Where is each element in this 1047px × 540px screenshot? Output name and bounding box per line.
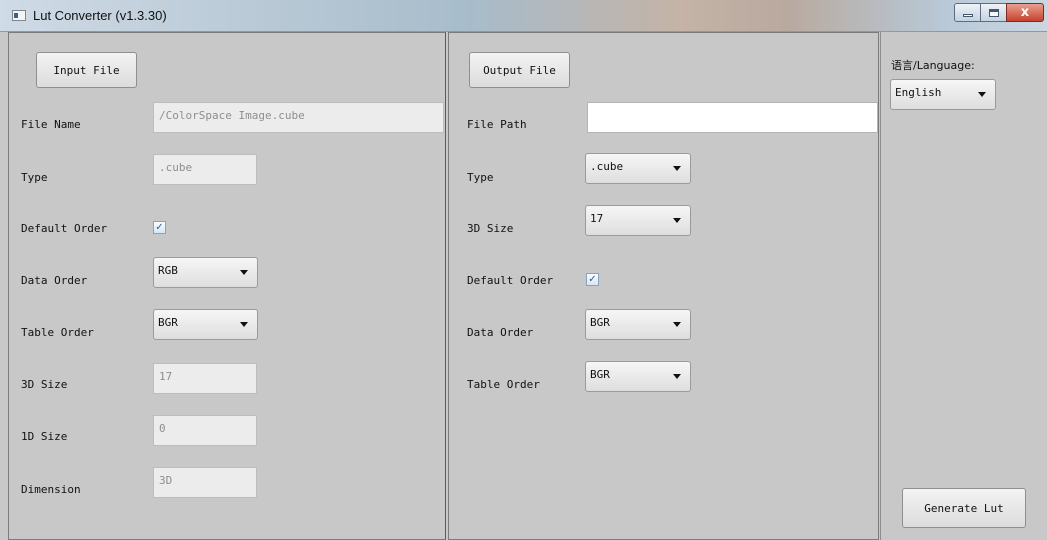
- language-value: English: [895, 86, 942, 99]
- minimize-icon: [962, 14, 973, 17]
- chevron-down-icon: [240, 270, 248, 275]
- window-title: Lut Converter (v1.3.30): [33, 8, 167, 23]
- chevron-down-icon: [673, 322, 681, 327]
- input-type-label: Type: [21, 171, 48, 184]
- generate-lut-button[interactable]: Generate Lut: [902, 488, 1026, 528]
- input-data-order-label: Data Order: [21, 274, 88, 287]
- output-data-order-value: BGR: [590, 316, 610, 329]
- output-default-order-checkbox[interactable]: ✓: [586, 273, 599, 286]
- title-bar[interactable]: Lut Converter (v1.3.30) x: [0, 0, 1047, 32]
- chevron-down-icon: [673, 374, 681, 379]
- output-file-button[interactable]: Output File: [469, 52, 570, 88]
- output-table-order-dropdown[interactable]: BGR: [585, 361, 691, 392]
- input-file-name-field[interactable]: /ColorSpace Image.cube: [153, 102, 444, 133]
- chevron-down-icon: [673, 218, 681, 223]
- chevron-down-icon: [978, 92, 986, 97]
- output-default-order-label: Default Order: [467, 274, 554, 287]
- language-label: 语言/Language:: [891, 59, 975, 72]
- close-button[interactable]: x: [1006, 3, 1044, 22]
- output-table-order-label: Table Order: [467, 378, 540, 391]
- output-type-dropdown[interactable]: .cube: [585, 153, 691, 184]
- input-data-order-dropdown[interactable]: RGB: [153, 257, 258, 288]
- output-data-order-label: Data Order: [467, 326, 534, 339]
- input-table-order-value: BGR: [158, 316, 178, 329]
- output-3d-size-label: 3D Size: [467, 222, 514, 235]
- input-dimension-field[interactable]: 3D: [153, 467, 257, 498]
- output-table-order-value: BGR: [590, 368, 610, 381]
- maximize-button[interactable]: [980, 3, 1007, 22]
- input-file-name-label: File Name: [21, 118, 81, 131]
- close-icon: x: [1020, 5, 1030, 20]
- chevron-down-icon: [673, 166, 681, 171]
- input-3d-size-field[interactable]: 17: [153, 363, 257, 394]
- input-table-order-label: Table Order: [21, 326, 94, 339]
- input-default-order-label: Default Order: [21, 222, 108, 235]
- maximize-icon: [988, 8, 999, 17]
- input-default-order-checkbox[interactable]: ✓: [153, 221, 166, 234]
- output-3d-size-value: 17: [590, 212, 604, 225]
- output-3d-size-dropdown[interactable]: 17: [585, 205, 691, 236]
- output-type-value: .cube: [590, 160, 624, 173]
- chevron-down-icon: [240, 322, 248, 327]
- input-type-field[interactable]: .cube: [153, 154, 257, 185]
- input-table-order-dropdown[interactable]: BGR: [153, 309, 258, 340]
- input-1d-size-field[interactable]: 0: [153, 415, 257, 446]
- app-icon: [12, 10, 26, 21]
- input-file-button[interactable]: Input File: [36, 52, 137, 88]
- output-type-label: Type: [467, 171, 494, 184]
- output-data-order-dropdown[interactable]: BGR: [585, 309, 691, 340]
- input-data-order-value: RGB: [158, 264, 178, 277]
- input-3d-size-label: 3D Size: [21, 378, 68, 391]
- language-dropdown[interactable]: English: [890, 79, 996, 110]
- input-dimension-label: Dimension: [21, 483, 81, 496]
- output-file-path-field[interactable]: [587, 102, 878, 133]
- minimize-button[interactable]: [954, 3, 981, 22]
- output-file-path-label: File Path: [467, 118, 527, 131]
- input-1d-size-label: 1D Size: [21, 430, 68, 443]
